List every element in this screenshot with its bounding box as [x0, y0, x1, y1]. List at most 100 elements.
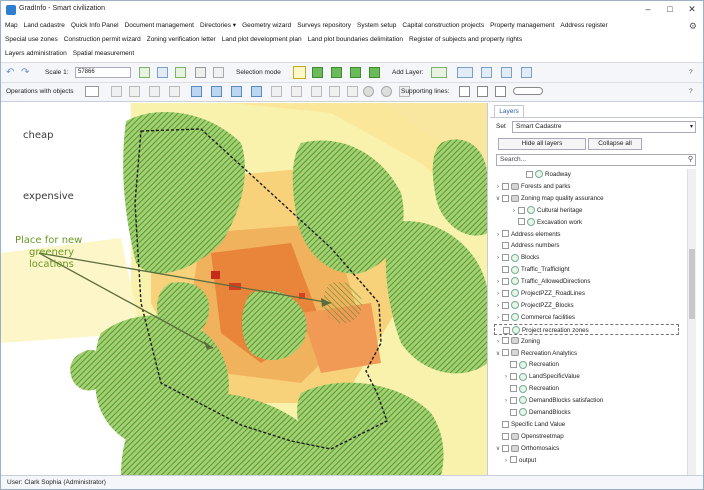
layer-tree-item[interactable]: › Traffic_AllowedDirections	[494, 276, 590, 288]
chevron-right-icon[interactable]: ›	[494, 253, 502, 265]
layer-visibility-checkbox[interactable]	[503, 326, 510, 334]
layer-tree-item[interactable]: › ProjectPZZ_RoadLines	[494, 288, 585, 300]
layer-tree-item[interactable]: › Address elements	[494, 229, 561, 241]
layer-tree-item[interactable]: Recreation	[494, 383, 559, 395]
pointer-select-icon[interactable]	[293, 66, 306, 79]
pin-icon[interactable]	[139, 67, 150, 78]
redo-icon[interactable]: ↷	[21, 67, 29, 78]
layer-visibility-checkbox[interactable]	[502, 254, 509, 262]
tab-layers[interactable]: Layers	[494, 105, 524, 117]
layer-tree-item[interactable]: ∨ Zoning map quality assurance	[494, 193, 604, 205]
layer-tree-item[interactable]: › Cultural heritage	[494, 205, 582, 217]
chevron-right-icon[interactable]: ›	[494, 230, 502, 242]
grid-lines-icon[interactable]	[459, 86, 470, 97]
tree-scrollbar[interactable]	[687, 169, 696, 475]
merge-icon[interactable]	[271, 86, 282, 97]
chevron-right-icon[interactable]: ›	[494, 313, 502, 325]
layer-set-select[interactable]: Smart Cadastre ▾	[512, 121, 696, 133]
undo-icon[interactable]: ↶	[6, 67, 14, 78]
document-list-icon[interactable]	[251, 86, 262, 97]
layer-tree-item[interactable]: › LandSpecificValue	[494, 371, 580, 383]
document-icon[interactable]	[191, 86, 202, 97]
cancel-icon[interactable]	[363, 86, 374, 97]
layer-visibility-checkbox[interactable]	[510, 456, 517, 464]
layer-tree-item[interactable]: Openstreetmap	[494, 431, 564, 443]
zoom-area-icon[interactable]	[157, 67, 168, 78]
chevron-right-icon[interactable]: ›	[502, 456, 510, 468]
menu-item[interactable]: Construction permit wizard	[64, 36, 141, 43]
chevron-right-icon[interactable]: ›	[494, 289, 502, 301]
layer-tree-item[interactable]: › DemandBlocks satisfaction	[494, 395, 603, 407]
maximize-button[interactable]: □	[659, 1, 681, 17]
menu-item[interactable]: Map	[5, 22, 18, 29]
rotate-icon[interactable]	[347, 86, 358, 97]
node-edit-icon[interactable]	[329, 86, 340, 97]
layer-visibility-checkbox[interactable]	[502, 277, 509, 285]
gear-icon[interactable]: ⚙	[689, 21, 697, 32]
select-remove-icon[interactable]	[350, 67, 361, 78]
measure-icon[interactable]	[169, 86, 180, 97]
layer-visibility-checkbox[interactable]	[510, 396, 517, 404]
menu-item[interactable]: Special use zones	[5, 36, 58, 43]
layer-visibility-checkbox[interactable]	[510, 408, 517, 416]
layer-tree-item[interactable]: DemandBlocks	[494, 407, 571, 419]
layer-tree-item[interactable]: › ProjectPZZ_Blocks	[494, 300, 574, 312]
document-edit-icon[interactable]	[211, 86, 222, 97]
paste-icon[interactable]	[129, 86, 140, 97]
menu-item[interactable]: Spatial measurement	[73, 50, 134, 57]
document-add-icon[interactable]	[231, 86, 242, 97]
layer-visibility-checkbox[interactable]	[502, 337, 509, 345]
chevron-right-icon[interactable]: ›	[510, 206, 518, 218]
select-add-icon[interactable]	[331, 67, 342, 78]
close-button[interactable]: ✕	[681, 1, 703, 17]
edit-icon[interactable]	[175, 67, 186, 78]
image-layer-icon[interactable]	[481, 67, 492, 78]
layer-visibility-checkbox[interactable]	[502, 432, 509, 440]
layer-visibility-checkbox[interactable]	[518, 218, 525, 226]
layer-tree-item[interactable]: Recreation	[494, 359, 559, 371]
layer-tree-item[interactable]: › Forests and parks	[494, 181, 571, 193]
chevron-right-icon[interactable]: ›	[494, 182, 502, 194]
menu-item[interactable]: Quick Info Panel	[71, 22, 119, 29]
menu-item[interactable]: Geometry wizard	[242, 22, 291, 29]
chevron-down-icon[interactable]: ∨	[494, 349, 502, 361]
add-layer-dropdown[interactable]	[431, 67, 447, 78]
hide-all-layers-button[interactable]: Hide all layers	[498, 138, 586, 150]
layer-tree-item[interactable]: › Zoning	[494, 336, 540, 348]
menu-item[interactable]: Capital construction projects	[402, 22, 484, 29]
layer-visibility-checkbox[interactable]	[510, 373, 517, 381]
layer-visibility-checkbox[interactable]	[502, 266, 509, 274]
scale-input[interactable]: 57866	[75, 67, 131, 78]
map-view[interactable]: cheap expensive Place for new greenery l…	[1, 103, 488, 475]
menu-item[interactable]: Layers administration	[5, 50, 67, 57]
menu-item[interactable]: Property management	[490, 22, 554, 29]
map-canvas[interactable]	[1, 103, 488, 475]
chevron-right-icon[interactable]: ›	[502, 372, 510, 384]
layer-tree-item[interactable]: ∨ Orthomosaics	[494, 443, 559, 455]
menu-item[interactable]: Zoning verification letter	[147, 36, 216, 43]
refresh-icon[interactable]	[149, 86, 160, 97]
help-icon[interactable]: ?	[689, 69, 693, 76]
layer-visibility-checkbox[interactable]	[502, 194, 509, 202]
layer-visibility-checkbox[interactable]	[526, 170, 533, 178]
menu-item[interactable]: Document management	[125, 22, 194, 29]
chevron-right-icon[interactable]: ›	[494, 337, 502, 349]
layer-tree-item[interactable]: › Blocks	[494, 252, 539, 264]
menu-item[interactable]: Directories ▾	[200, 22, 236, 29]
layer-visibility-checkbox[interactable]	[502, 289, 509, 297]
layer-type-dropdown[interactable]	[457, 67, 473, 78]
collapse-all-button[interactable]: Collapse all	[588, 138, 642, 150]
copy-icon[interactable]	[111, 86, 122, 97]
scrollbar-thumb[interactable]	[689, 249, 695, 319]
menu-item[interactable]: Address register	[560, 22, 607, 29]
menu-item[interactable]: Land plot development plan	[222, 36, 302, 43]
info-icon[interactable]	[213, 67, 224, 78]
snap-lines-icon[interactable]	[477, 86, 488, 97]
vector-layer-icon[interactable]	[521, 67, 532, 78]
minimize-button[interactable]: –	[637, 1, 659, 17]
layer-visibility-checkbox[interactable]	[518, 206, 525, 214]
layer-visibility-checkbox[interactable]	[502, 301, 509, 309]
layer-visibility-checkbox[interactable]	[502, 242, 509, 250]
layer-visibility-checkbox[interactable]	[510, 361, 517, 369]
ortho-lines-icon[interactable]	[495, 86, 506, 97]
